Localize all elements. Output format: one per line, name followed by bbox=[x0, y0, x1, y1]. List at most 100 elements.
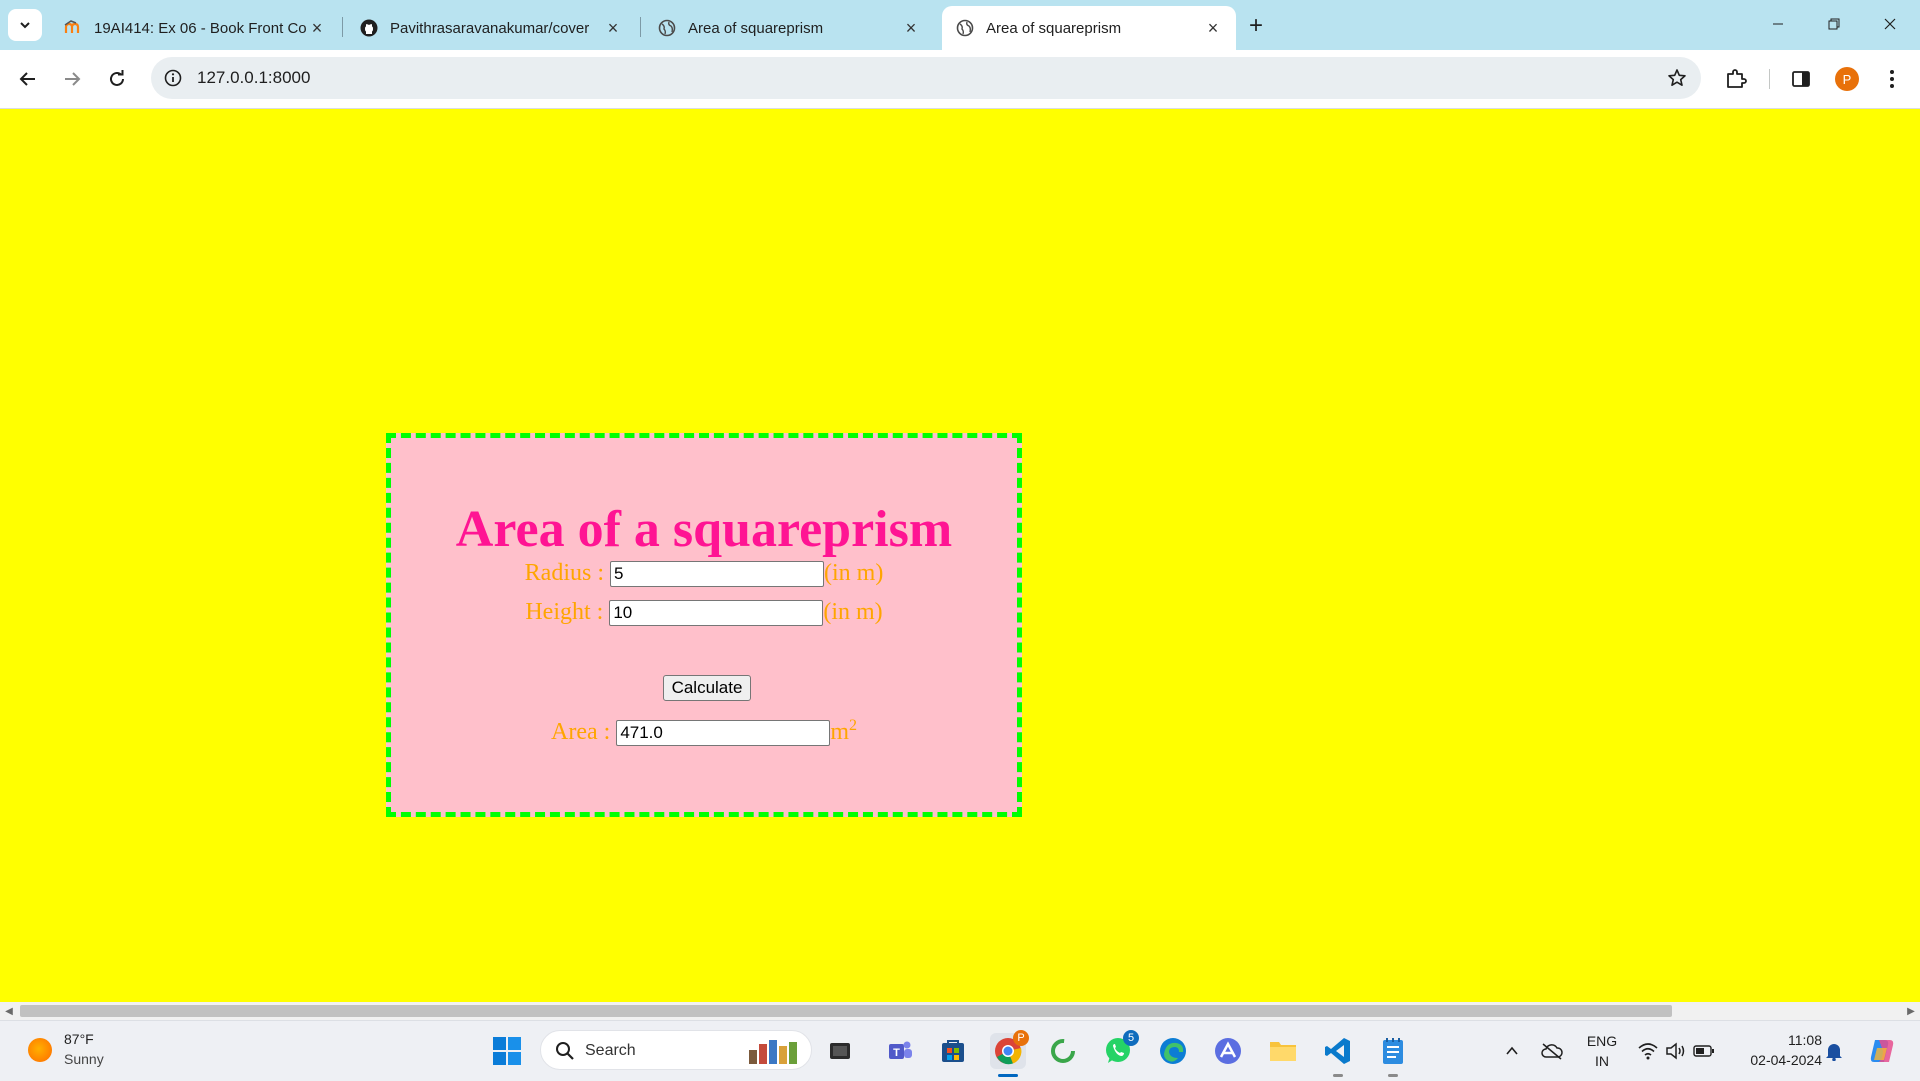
tab-area-squareprism-active[interactable]: Area of squareprism × bbox=[942, 6, 1236, 50]
refresh-app-button[interactable] bbox=[1045, 1033, 1081, 1069]
area-unit-exponent: 2 bbox=[848, 717, 857, 734]
chevron-up-icon bbox=[1506, 1046, 1518, 1055]
avatar: P bbox=[1835, 67, 1859, 91]
edge-button[interactable] bbox=[1155, 1033, 1191, 1069]
url-text[interactable]: 127.0.0.1:8000 bbox=[197, 68, 310, 88]
search-highlight-icon bbox=[749, 1040, 797, 1064]
mountain-logo-icon bbox=[1215, 1038, 1241, 1064]
edge-icon bbox=[1160, 1038, 1186, 1064]
notepad-icon bbox=[1383, 1038, 1403, 1064]
tab-divider bbox=[342, 17, 343, 37]
teams-button[interactable]: T bbox=[882, 1033, 918, 1069]
reload-icon bbox=[110, 70, 124, 86]
page-title: Area of a squareprism bbox=[455, 501, 953, 558]
whatsapp-button[interactable]: 5 bbox=[1100, 1030, 1139, 1069]
minimize-button[interactable] bbox=[1750, 0, 1806, 48]
browser-toolbar: 127.0.0.1:8000 P bbox=[0, 50, 1920, 109]
tab-search-button[interactable] bbox=[8, 9, 42, 41]
height-unit: (in m) bbox=[823, 599, 883, 625]
start-button[interactable] bbox=[489, 1033, 525, 1069]
kebab-menu-icon bbox=[1890, 70, 1894, 88]
weather-temperature: 87°F bbox=[64, 1031, 94, 1047]
sun-icon bbox=[28, 1038, 52, 1062]
globe-icon bbox=[658, 19, 676, 37]
close-icon[interactable]: × bbox=[902, 18, 920, 38]
tab-strip: 19AI414: Ex 06 - Book Front Co × Pavithr… bbox=[0, 0, 1920, 50]
arc-app-button[interactable] bbox=[1210, 1033, 1246, 1069]
language-code: ENG bbox=[1586, 1033, 1618, 1049]
arrow-left-icon bbox=[19, 72, 35, 86]
vscode-icon bbox=[1325, 1038, 1350, 1064]
running-app-indicator bbox=[1333, 1074, 1343, 1077]
globe-icon bbox=[956, 19, 974, 37]
teams-icon: T bbox=[889, 1041, 912, 1059]
radius-input[interactable] bbox=[610, 561, 824, 588]
tab-github[interactable]: Pavithrasaravanakumar/cover × bbox=[346, 6, 636, 50]
horizontal-scrollbar[interactable]: ◀ ▶ bbox=[0, 1002, 1920, 1020]
arrow-right-icon bbox=[65, 72, 81, 86]
scrollbar-thumb[interactable] bbox=[20, 1005, 1672, 1017]
task-view-button[interactable] bbox=[822, 1033, 858, 1069]
windows-logo-icon bbox=[493, 1037, 521, 1065]
copilot-button[interactable] bbox=[1862, 1033, 1902, 1069]
microsoft-store-button[interactable] bbox=[935, 1033, 971, 1069]
side-panel-icon bbox=[1792, 71, 1810, 87]
radius-label: Radius : bbox=[524, 560, 604, 586]
profile-button[interactable]: P bbox=[1831, 63, 1863, 95]
close-icon[interactable]: × bbox=[308, 18, 326, 38]
menu-button[interactable] bbox=[1876, 63, 1908, 95]
minimize-icon bbox=[1773, 23, 1783, 25]
vscode-button[interactable] bbox=[1320, 1033, 1356, 1077]
close-icon[interactable]: × bbox=[1204, 18, 1222, 38]
forward-button[interactable] bbox=[56, 63, 88, 95]
onedrive-button[interactable] bbox=[1536, 1033, 1568, 1069]
tab-title: 19AI414: Ex 06 - Book Front Co bbox=[94, 19, 307, 37]
new-tab-button[interactable]: + bbox=[1242, 12, 1270, 40]
tab-title: Pavithrasaravanakumar/cover bbox=[390, 19, 590, 37]
quick-settings-button[interactable] bbox=[1634, 1033, 1718, 1069]
area-row: Area : m2 bbox=[391, 717, 1017, 747]
tab-moodle[interactable]: 19AI414: Ex 06 - Book Front Co × bbox=[50, 6, 340, 50]
folder-icon bbox=[1270, 1042, 1296, 1061]
close-icon[interactable]: × bbox=[604, 18, 622, 38]
area-output[interactable] bbox=[616, 720, 831, 747]
clock-date: 02-04-2024 bbox=[1750, 1052, 1822, 1068]
taskbar-search[interactable]: Search bbox=[540, 1030, 812, 1070]
scroll-left-arrow-icon[interactable]: ◀ bbox=[0, 1002, 18, 1020]
area-unit: m bbox=[830, 719, 849, 745]
close-window-button[interactable] bbox=[1862, 0, 1918, 48]
volume-icon bbox=[1666, 1042, 1685, 1060]
address-bar[interactable]: 127.0.0.1:8000 bbox=[151, 57, 1701, 99]
search-placeholder: Search bbox=[585, 1042, 636, 1059]
tab-divider bbox=[640, 17, 641, 37]
chrome-button[interactable]: P bbox=[990, 1030, 1029, 1077]
circular-arrows-icon bbox=[1051, 1039, 1075, 1063]
tab-title: Area of squareprism bbox=[688, 19, 824, 37]
restore-icon bbox=[1828, 18, 1840, 30]
chevron-down-icon bbox=[20, 22, 30, 29]
notepad-button[interactable] bbox=[1375, 1033, 1411, 1077]
height-input[interactable] bbox=[609, 600, 824, 627]
height-label: Height : bbox=[525, 599, 604, 625]
radius-row: Radius : (in m) bbox=[391, 558, 1017, 588]
notifications-button[interactable] bbox=[1818, 1033, 1850, 1069]
calculator-card: Area of a squareprism Radius : (in m) He… bbox=[386, 433, 1022, 817]
file-explorer-button[interactable] bbox=[1265, 1033, 1301, 1069]
moodle-icon bbox=[64, 20, 80, 33]
show-hidden-icons-button[interactable] bbox=[1496, 1033, 1528, 1069]
reload-button[interactable] bbox=[101, 63, 133, 95]
clock-time: 11:08 bbox=[1788, 1032, 1822, 1048]
extensions-button[interactable] bbox=[1720, 63, 1752, 95]
tab-title: Area of squareprism bbox=[986, 19, 1122, 37]
side-panel-button[interactable] bbox=[1785, 63, 1817, 95]
region-code: IN bbox=[1595, 1053, 1609, 1069]
site-info-icon[interactable] bbox=[161, 66, 185, 90]
restore-button[interactable] bbox=[1806, 0, 1862, 48]
active-app-indicator bbox=[998, 1074, 1018, 1077]
calculate-button[interactable]: Calculate bbox=[663, 675, 751, 701]
notification-badge: 5 bbox=[1123, 1030, 1139, 1046]
tab-area-squareprism[interactable]: Area of squareprism × bbox=[644, 6, 934, 50]
bookmark-star-icon[interactable] bbox=[1665, 66, 1689, 90]
scroll-right-arrow-icon[interactable]: ▶ bbox=[1902, 1002, 1920, 1020]
back-button[interactable] bbox=[12, 63, 44, 95]
